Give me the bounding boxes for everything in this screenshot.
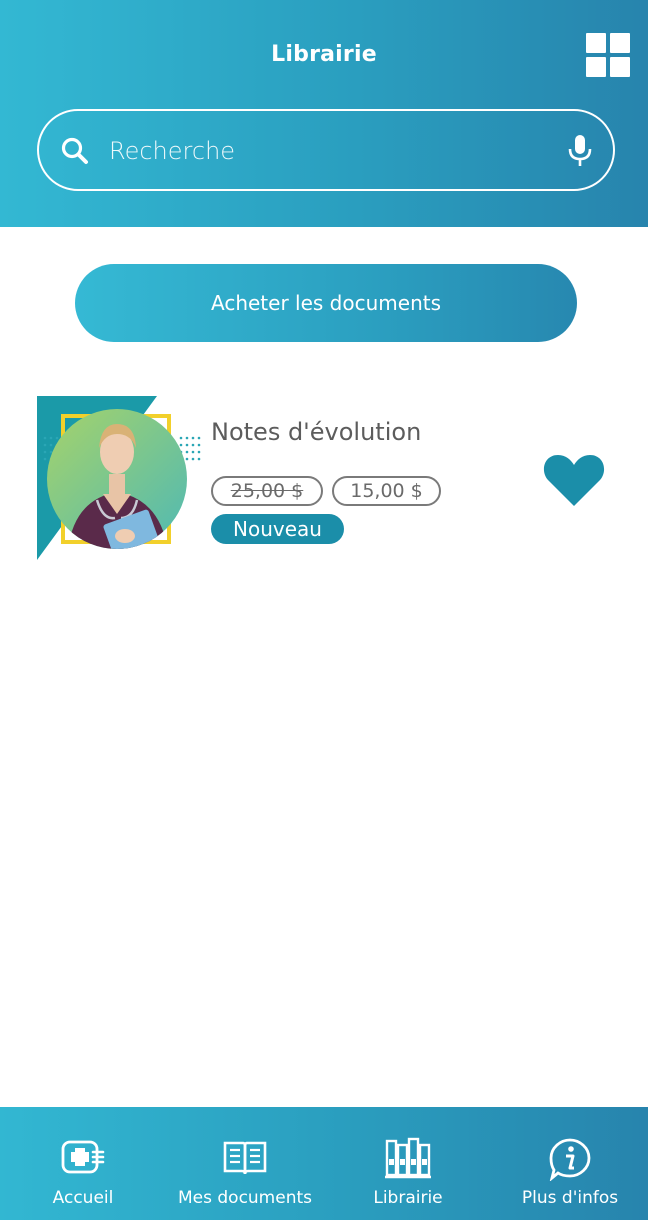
- microphone-icon[interactable]: [566, 133, 594, 169]
- nav-item-mes-documents[interactable]: Mes documents: [170, 1107, 320, 1220]
- new-badge: Nouveau: [211, 514, 344, 544]
- product-thumbnail[interactable]: [37, 388, 201, 568]
- medical-card-icon: [61, 1140, 105, 1174]
- old-price: 25,00 $: [211, 476, 323, 506]
- nav-label: Librairie: [373, 1188, 443, 1208]
- nav-label: Mes documents: [177, 1188, 313, 1208]
- buy-documents-button[interactable]: Acheter les documents: [75, 264, 577, 342]
- grid-cell: [610, 57, 630, 77]
- product-title: Notes d'évolution: [211, 418, 422, 446]
- heart-icon[interactable]: [542, 452, 606, 508]
- grid-icon[interactable]: [586, 33, 630, 77]
- header-bar: Librairie: [0, 0, 648, 227]
- nav-label: Accueil: [52, 1188, 114, 1208]
- info-bubble-icon: [549, 1138, 591, 1181]
- search-bar[interactable]: [37, 109, 615, 191]
- nav-item-accueil[interactable]: Accueil: [40, 1107, 126, 1220]
- product-card[interactable]: Notes d'évolution 25,00 $ 15,00 $ Nouvea…: [37, 388, 627, 570]
- search-input[interactable]: [109, 129, 549, 173]
- open-book-icon: [223, 1141, 267, 1175]
- grid-cell: [586, 33, 606, 53]
- grid-cell: [586, 57, 606, 77]
- new-price: 15,00 $: [332, 476, 441, 506]
- nav-item-plus-infos[interactable]: Plus d'infos: [512, 1107, 628, 1220]
- page-title: Librairie: [271, 42, 377, 67]
- bottom-navigation: Accueil Mes documents Librairie Plus d'i…: [0, 1107, 648, 1220]
- search-icon[interactable]: [59, 135, 91, 167]
- nav-item-librairie[interactable]: Librairie: [366, 1107, 450, 1220]
- bookshelf-icon: [385, 1137, 431, 1179]
- nav-label: Plus d'infos: [521, 1188, 619, 1208]
- grid-cell: [610, 33, 630, 53]
